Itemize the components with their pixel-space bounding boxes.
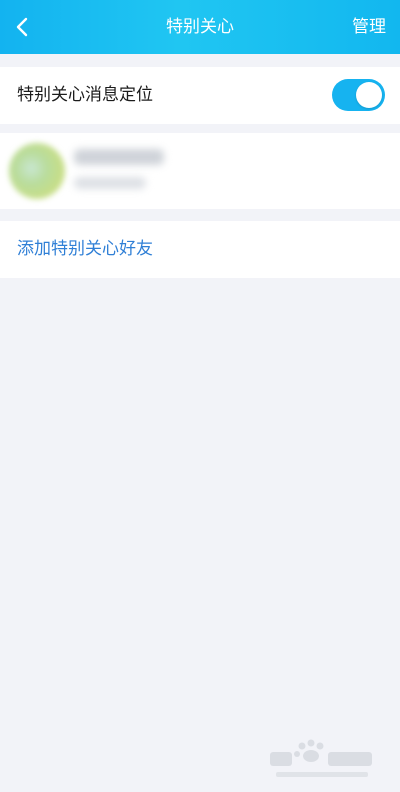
- friend-list-item[interactable]: [0, 133, 400, 209]
- add-friend-row: 添加特别关心好友: [0, 221, 400, 278]
- location-setting-label: 特别关心消息定位: [17, 85, 153, 105]
- toggle-knob: [356, 82, 382, 108]
- location-toggle-switch[interactable]: [332, 79, 385, 111]
- friend-status-blurred: [74, 177, 146, 189]
- manage-button[interactable]: 管理: [352, 0, 386, 54]
- location-setting-row: 特别关心消息定位: [0, 67, 400, 124]
- top-bar: 特别关心 管理: [0, 0, 400, 54]
- back-button[interactable]: [6, 10, 40, 44]
- chevron-left-icon: [16, 17, 28, 37]
- watermark-logo-icon: [270, 739, 372, 777]
- page-title: 特别关心: [166, 17, 234, 37]
- add-special-care-friend-link[interactable]: 添加特别关心好友: [17, 221, 153, 278]
- friend-name-blurred: [74, 149, 164, 165]
- avatar: [9, 143, 65, 199]
